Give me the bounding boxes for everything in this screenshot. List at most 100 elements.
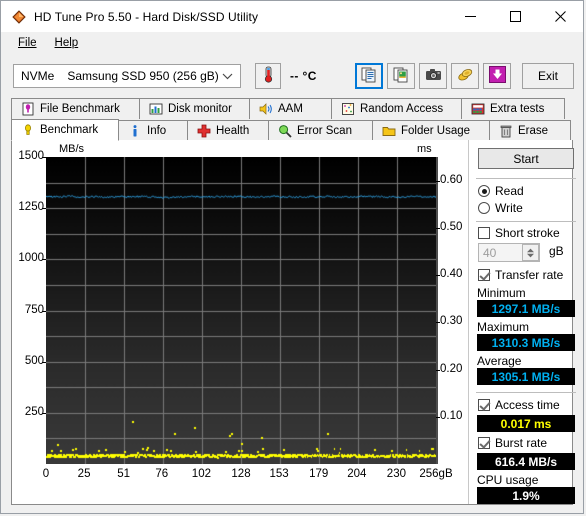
checkbox-access-time-label: Access time <box>495 398 560 412</box>
divider-2 <box>476 221 576 222</box>
screenshot-button[interactable] <box>419 63 447 89</box>
device-select[interactable]: NVMe Samsung SSD 950 (256 gB) <box>13 64 241 88</box>
y2-tick-mark <box>436 228 440 229</box>
speaker-icon <box>259 102 273 116</box>
minimum-value-box: 1297.1 MB/s <box>477 300 575 317</box>
tab-health[interactable]: Health <box>187 120 269 141</box>
menu-file-label: File <box>18 37 37 49</box>
y-tick-label: 750 <box>12 304 44 316</box>
exit-button-label: Exit <box>538 69 558 83</box>
radio-read[interactable]: Read <box>478 184 524 198</box>
x-tick-label: 153 <box>257 468 301 480</box>
tab-health-label: Health <box>216 125 249 137</box>
y-tick-label: 500 <box>12 355 44 367</box>
info-button[interactable] <box>451 63 479 89</box>
toolbar: NVMe Samsung SSD 950 (256 gB) -- °C <box>1 55 583 97</box>
magnifier-icon <box>278 124 292 138</box>
y-tick-mark <box>42 208 46 209</box>
menu-bar: File Help <box>1 32 583 55</box>
y-tick-label: 250 <box>12 406 44 418</box>
y-tick-label: 1500 <box>12 150 44 162</box>
tab-error-scan-label: Error Scan <box>297 125 352 137</box>
disk-monitor-icon <box>149 102 163 116</box>
menu-file[interactable]: File <box>9 34 46 52</box>
tab-disk-monitor-label: Disk monitor <box>168 103 232 115</box>
random-access-icon <box>341 102 355 116</box>
x-tick-label: 25 <box>62 468 106 480</box>
save-button[interactable] <box>483 63 511 89</box>
tab-info-label: Info <box>147 125 166 137</box>
copy-image-button[interactable] <box>387 63 415 89</box>
y2-tick-mark <box>436 181 440 182</box>
x-tick-label: 204 <box>335 468 379 480</box>
benchmark-chart: MB/s ms 150012501000750500250 0.600.500.… <box>12 140 467 504</box>
average-label: Average <box>477 354 521 368</box>
start-button-label: Start <box>513 152 538 166</box>
tab-folder-usage[interactable]: Folder Usage <box>372 120 490 141</box>
checkbox-burst-rate[interactable]: Burst rate <box>478 436 547 450</box>
tab-info[interactable]: Info <box>118 120 188 141</box>
tab-file-benchmark-label: File Benchmark <box>40 103 120 115</box>
checkbox-short-stroke[interactable]: Short stroke <box>478 226 560 240</box>
tab-benchmark[interactable]: Benchmark <box>11 119 119 141</box>
x-tick-label: 102 <box>179 468 223 480</box>
minimum-value: 1297.1 MB/s <box>492 302 561 316</box>
y-tick-mark <box>42 413 46 414</box>
tab-disk-monitor[interactable]: Disk monitor <box>139 98 250 119</box>
access-time-value-box: 0.017 ms <box>477 415 575 432</box>
y-tick-mark <box>42 311 46 312</box>
tab-file-benchmark[interactable]: File Benchmark <box>11 98 140 119</box>
tab-aam[interactable]: AAM <box>249 98 332 119</box>
thermometer-icon <box>261 66 276 86</box>
x-tick-label: 230 <box>374 468 418 480</box>
tab-row-top: File Benchmark Disk monitor AAM Random A… <box>11 97 573 119</box>
chart-ylabel: MB/s <box>59 143 84 155</box>
average-value: 1305.1 MB/s <box>492 370 561 384</box>
minimum-label: Minimum <box>477 286 526 300</box>
y2-tick-label: 0.60 <box>440 174 462 186</box>
benchmark-icon <box>21 123 35 137</box>
folder-icon <box>382 124 396 138</box>
exit-button[interactable]: Exit <box>522 63 574 89</box>
maximum-value-box: 1310.3 MB/s <box>477 334 575 351</box>
y2-tick-mark <box>436 417 440 418</box>
short-stroke-unit: gB <box>549 244 564 258</box>
benchmark-panel: MB/s ms 150012501000750500250 0.600.500.… <box>11 140 573 505</box>
tab-random-access[interactable]: Random Access <box>331 98 462 119</box>
trash-icon <box>499 124 513 138</box>
window-title: HD Tune Pro 5.50 - Hard Disk/SSD Utility <box>34 10 258 24</box>
health-icon <box>197 124 211 138</box>
tab-aam-label: AAM <box>278 103 303 115</box>
start-button[interactable]: Start <box>478 148 574 169</box>
checkbox-transfer-rate[interactable]: Transfer rate <box>478 268 563 282</box>
y2-tick-label: 0.40 <box>440 268 462 280</box>
burst-rate-value: 616.4 MB/s <box>495 455 557 469</box>
short-stroke-stepper[interactable] <box>522 244 539 261</box>
down-arrow-icon <box>488 65 507 87</box>
y2-tick-label: 0.30 <box>440 315 462 327</box>
y-tick-label: 1000 <box>12 252 44 264</box>
divider-1 <box>476 178 576 179</box>
tab-extra-tests[interactable]: Extra tests <box>461 98 565 119</box>
tab-benchmark-label: Benchmark <box>40 124 98 136</box>
close-button[interactable] <box>538 1 583 32</box>
checkbox-access-time[interactable]: Access time <box>478 398 560 412</box>
tab-error-scan[interactable]: Error Scan <box>268 120 373 141</box>
radio-write[interactable]: Write <box>478 201 523 215</box>
checkbox-short-stroke-indicator <box>478 227 490 239</box>
radio-write-label: Write <box>495 201 523 215</box>
maximize-button[interactable] <box>493 1 538 32</box>
menu-help[interactable]: Help <box>46 34 88 52</box>
tab-erase[interactable]: Erase <box>489 120 571 141</box>
temperature-value: -- °C <box>290 69 317 83</box>
y-tick-label: 1250 <box>12 201 44 213</box>
tab-erase-label: Erase <box>518 125 548 137</box>
minimize-button[interactable] <box>448 1 493 32</box>
copy-button[interactable] <box>355 63 383 89</box>
x-tick-label: 76 <box>140 468 184 480</box>
burst-rate-value-box: 616.4 MB/s <box>477 453 575 470</box>
extra-tests-icon <box>471 102 485 116</box>
stepper-down-icon <box>526 253 535 258</box>
temperature-button[interactable] <box>255 63 281 89</box>
y2-tick-label: 0.50 <box>440 221 462 233</box>
